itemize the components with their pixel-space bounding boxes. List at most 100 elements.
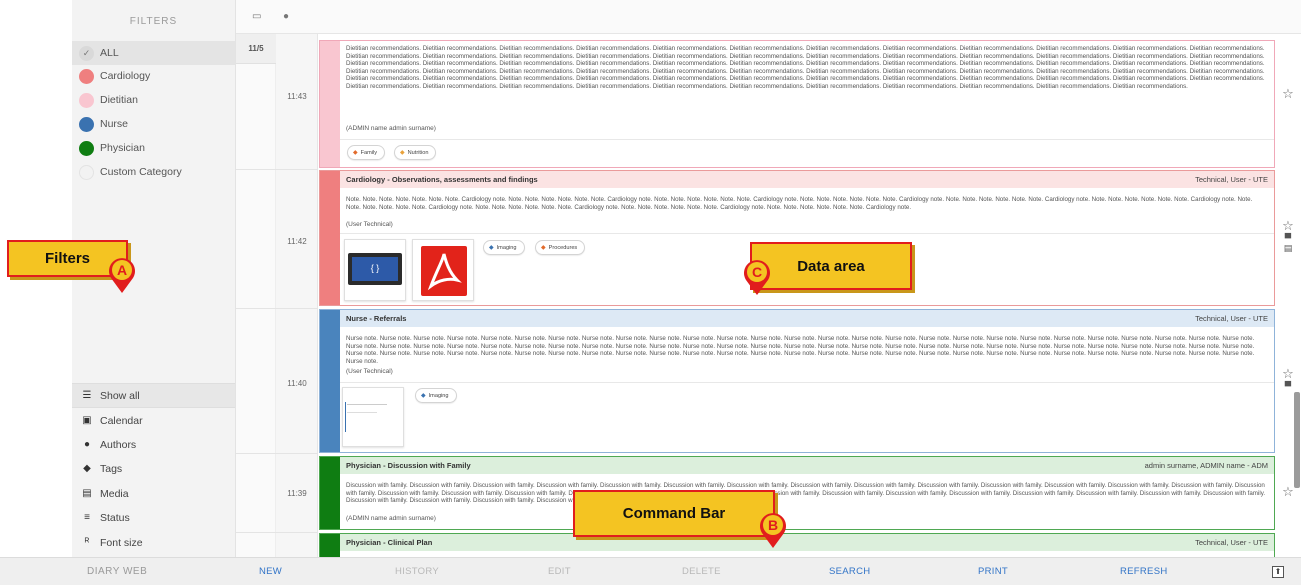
filter-all[interactable]: ✓ ALL [72,41,235,65]
time-column [276,34,318,557]
tag-chip[interactable]: ◆ Nutrition [394,145,437,160]
image-attachment-icon[interactable]: ▀ [1278,381,1298,391]
category-color-dot [79,140,94,156]
star-icon[interactable]: ☆ [1278,86,1298,101]
media-file-icon: ▤ [82,488,92,499]
edit-button[interactable]: EDIT [548,558,571,585]
tag-chip[interactable]: ◆ Imaging [415,388,457,403]
filter-custom-category[interactable]: Custom Category [72,160,235,184]
divider [340,139,1274,140]
expand-icon[interactable]: ⬆ [1272,566,1284,578]
callout-data-area: Data area [750,242,912,290]
status-icon: ≡ [84,512,90,523]
tag-label: Imaging [496,244,517,251]
command-bar: DIARY WEB NEW HISTORY EDIT DELETE SEARCH… [0,557,1301,585]
pdf-thumbnail[interactable] [412,239,474,301]
entry-signature: (ADMIN name admin surname) [346,515,436,522]
filter-label: Nurse [100,118,129,130]
tag-chip[interactable]: ◆ Procedures [535,240,586,255]
divider [340,233,1274,234]
entry-signature: (ADMIN name admin surname) [346,125,436,132]
tag-icon: ◆ [489,245,494,251]
person-icon: ● [83,439,91,450]
tag-chip[interactable]: ◆ Imaging [483,240,525,255]
new-button[interactable]: NEW [259,558,282,585]
tool-show-all[interactable]: ☰ Show all [72,383,235,408]
entry-time: 11:42 [287,237,307,246]
filter-label: Dietitian [100,94,138,106]
tag-label: Nutrition [407,149,429,156]
tag-icon: ◆ [421,393,426,399]
entry-header: Physician - Discussion with Family admin… [340,457,1274,474]
entry-signature: (User Technical) [346,221,393,228]
entry-header: Physician - Clinical Plan Technical, Use… [340,534,1274,551]
delete-button[interactable]: DELETE [682,558,721,585]
entry-header: Cardiology - Observations, assessments a… [340,171,1274,188]
tool-label: Show all [100,389,140,402]
diary-entry-dietitian[interactable]: Dietitian recommendations. Dietitian rec… [319,40,1275,168]
entry-author: admin surname, ADMIN name - ADM [1144,461,1268,470]
diary-entry-physician-discussion[interactable]: Physician - Discussion with Family admin… [319,456,1275,530]
tag-icon: ◆ [353,150,358,156]
entry-title: Cardiology - Observations, assessments a… [346,175,538,184]
tool-media[interactable]: ▤ Media [72,481,235,506]
entry-header: Nurse - Referrals Technical, User - UTE [340,310,1274,327]
diary-entry-physician-plan[interactable]: Physician - Clinical Plan Technical, Use… [319,533,1275,557]
callout-letter: A [117,262,127,278]
entry-text: Dietitian recommendations. Dietitian rec… [346,45,1265,90]
category-color-dot [79,92,94,108]
tag-icon: ◆ [541,245,546,251]
tool-calendar[interactable]: ▣ Calendar [72,408,235,433]
row-separator [236,308,318,309]
filter-label: Cardiology [100,70,151,82]
filter-nurse[interactable]: Nurse [72,112,235,136]
category-stripe [320,457,340,529]
callout-letter: B [768,517,778,533]
image-thumbnail[interactable]: { } [344,239,406,301]
tool-font-size[interactable]: ᴿ Font size [72,530,235,555]
history-button[interactable]: HISTORY [395,558,439,585]
font-size-icon: ᴿ [84,537,90,548]
entry-time: 11:39 [287,489,307,498]
callout-pin-a: A [109,258,135,293]
filters-title: FILTERS [72,0,235,44]
category-stripe [320,310,340,452]
search-button[interactable]: SEARCH [829,558,870,585]
tool-authors[interactable]: ● Authors [72,432,235,457]
tag-icon: ◆ [400,150,405,156]
check-icon: ✓ [79,45,94,61]
tool-tags[interactable]: ◆ Tags [72,456,235,481]
tool-label: Calendar [100,414,143,427]
star-icon[interactable]: ☆ [1278,218,1298,233]
clock-icon[interactable]: ● [283,11,289,22]
tag-label: Procedures [548,244,578,251]
entry-text: Note. Note. Note. Note. Note. Note. Note… [346,196,1253,211]
category-color-dot [79,116,94,132]
scrollbar-thumb[interactable] [1294,392,1300,488]
date-cell: 11/5 [236,34,276,64]
category-color-dot [79,164,94,180]
entry-title: Nurse - Referrals [346,314,407,323]
refresh-button[interactable]: REFRESH [1120,558,1168,585]
filter-physician[interactable]: Physician [72,136,235,160]
entry-actions: ☆ [1278,86,1298,101]
filter-dietitian[interactable]: Dietitian [72,88,235,112]
screenshot-line [345,402,346,432]
timeline-header: ▭ ● [236,0,1301,34]
diary-entry-nurse[interactable]: Nurse - Referrals Technical, User - UTE … [319,309,1275,453]
tool-status[interactable]: ≡ Status [72,505,235,530]
category-stripe [320,41,340,167]
calendar-icon[interactable]: ▭ [252,11,261,22]
tag-chip[interactable]: ◆ Family [347,145,386,160]
document-attachment-icon[interactable]: ▤ [1278,243,1298,253]
filter-cardiology[interactable]: Cardiology [72,64,235,88]
entry-author: Technical, User - UTE [1195,314,1268,323]
image-attachment-icon[interactable]: ▀ [1278,233,1298,243]
category-stripe [320,534,340,557]
print-button[interactable]: PRINT [978,558,1008,585]
entry-text: Discussion with family. Discussion with … [346,482,1266,504]
image-thumbnail[interactable] [342,387,404,447]
filter-label: ALL [100,47,119,59]
entry-time: 11:40 [287,379,307,388]
star-icon[interactable]: ☆ [1278,366,1298,381]
